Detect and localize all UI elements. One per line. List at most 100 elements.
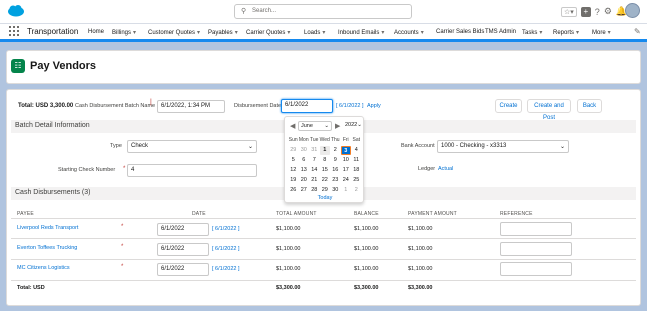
setup-gear-icon[interactable]: ⚙	[604, 6, 612, 17]
datepicker-day[interactable]: 19	[288, 176, 299, 185]
chevron-left-icon[interactable]: ◀	[290, 122, 295, 130]
payee-link[interactable]: Everton Toffees Trucking	[17, 245, 77, 251]
disbursement-date-today-link[interactable]: [ 6/1/2022 ]	[336, 103, 364, 109]
chevron-right-icon[interactable]: ▶	[335, 122, 340, 130]
datepicker-day[interactable]: 3	[340, 146, 351, 155]
row-divider	[11, 238, 636, 239]
bank-account-select[interactable]: 1000 - Checking - x3313 ⌄	[437, 140, 569, 153]
datepicker-day[interactable]: 18	[351, 166, 362, 175]
datepicker-day[interactable]: 21	[309, 176, 320, 185]
datepicker-day[interactable]: 2	[330, 146, 341, 155]
starting-check-number-input[interactable]: 4	[127, 164, 257, 177]
datepicker-day[interactable]: 6	[299, 156, 310, 165]
row-balance: $1,100.00	[354, 226, 379, 232]
disbursement-date-label: Disbursement Date	[234, 103, 282, 109]
batch-name-input[interactable]: 6/1/2022, 1:34 PM	[157, 100, 225, 113]
help-icon[interactable]: ?	[595, 7, 600, 17]
favorites-icon[interactable]: ☆▾	[561, 6, 577, 17]
row-date-input[interactable]: 6/1/2022	[157, 223, 209, 236]
datepicker-today-link[interactable]: Today	[285, 195, 365, 201]
nav-item-customer-quotes[interactable]: Customer Quotes ▾	[148, 29, 200, 36]
nav-item-carrier-sales-bids[interactable]: Carrier Sales Bids	[436, 29, 484, 35]
nav-item-carrier-quotes[interactable]: Carrier Quotes ▾	[246, 29, 290, 36]
payee-link[interactable]: Liverpool Reds Transport	[17, 225, 78, 231]
row-total-amount: $1,100.00	[276, 266, 301, 272]
row-date-input[interactable]: 6/1/2022	[157, 243, 209, 256]
apply-link[interactable]: Apply	[367, 103, 381, 109]
datepicker-dow-label: Sat	[352, 137, 360, 143]
datepicker-year-select[interactable]: 2022⌄	[345, 121, 363, 131]
disbursement-date-input[interactable]: 6/1/2022	[281, 99, 333, 113]
col-header-balance: BALANCE	[354, 211, 379, 217]
datepicker-day[interactable]: 10	[341, 156, 352, 165]
datepicker-day[interactable]: 22	[320, 176, 331, 185]
datepicker-day[interactable]: 1	[341, 186, 352, 195]
row-date-link[interactable]: [ 6/1/2022 ]	[212, 246, 240, 252]
chevron-down-icon: ⌄	[559, 144, 565, 150]
avatar[interactable]	[625, 3, 640, 18]
datepicker-day[interactable]: 27	[299, 186, 310, 195]
datepicker-day[interactable]: 4	[351, 146, 362, 155]
nav-item-accounts[interactable]: Accounts ▾	[394, 29, 424, 36]
total-row-total-amount: $3,300.00	[276, 285, 301, 291]
datepicker-day[interactable]: 14	[309, 166, 320, 175]
edit-nav-pencil-icon[interactable]: ✎	[634, 27, 641, 36]
datepicker-day[interactable]: 25	[351, 176, 362, 185]
col-header-reference: REFERENCE	[500, 211, 533, 217]
global-search-input[interactable]: ⚲ Search...	[234, 4, 412, 19]
row-date-link[interactable]: [ 6/1/2022 ]	[212, 226, 240, 232]
datepicker-day[interactable]: 30	[299, 146, 310, 155]
pay-vendors-icon: ☷	[11, 59, 25, 73]
datepicker-day[interactable]: 24	[341, 176, 352, 185]
nav-item-inbound-emails[interactable]: Inbound Emails ▾	[338, 29, 384, 36]
back-button[interactable]: Back	[577, 99, 602, 113]
nav-item-loads[interactable]: Loads ▾	[304, 29, 325, 36]
datepicker-day[interactable]: 5	[288, 156, 299, 165]
datepicker-day[interactable]: 1	[319, 146, 330, 155]
row-payment-amount: $1,100.00	[408, 226, 433, 232]
datepicker-popup: ◀ June ⌄ ▶ 2022⌄ Sun Mon Tue Wed Thu Fri Sat 29 3…	[284, 116, 364, 203]
row-reference-input[interactable]	[500, 242, 572, 256]
nav-item-tasks[interactable]: Tasks ▾	[522, 29, 542, 36]
create-and-post-button[interactable]: Create and Post	[527, 99, 571, 121]
datepicker-day[interactable]: 29	[288, 146, 299, 155]
create-button[interactable]: Create	[495, 99, 522, 113]
row-reference-input[interactable]	[500, 222, 572, 236]
datepicker-day[interactable]: 11	[351, 156, 362, 165]
payee-link[interactable]: MC Citizens Logistics	[17, 265, 70, 271]
datepicker-day[interactable]: 15	[320, 166, 331, 175]
nav-item-reports[interactable]: Reports ▾	[553, 29, 579, 36]
nav-item-payables[interactable]: Payables ▾	[208, 29, 238, 36]
row-date-input[interactable]: 6/1/2022	[157, 263, 209, 276]
datepicker-day[interactable]: 23	[330, 176, 341, 185]
nav-item-billings[interactable]: Billings ▾	[112, 29, 136, 36]
datepicker-day[interactable]: 2	[351, 186, 362, 195]
datepicker-day[interactable]: 26	[288, 186, 299, 195]
datepicker-day[interactable]: 8	[320, 156, 331, 165]
datepicker-day[interactable]: 12	[288, 166, 299, 175]
datepicker-day[interactable]: 28	[309, 186, 320, 195]
datepicker-day[interactable]: 20	[299, 176, 310, 185]
datepicker-day[interactable]: 17	[341, 166, 352, 175]
datepicker-month-select[interactable]: June ⌄	[298, 121, 332, 131]
salesforce-logo[interactable]	[7, 4, 25, 18]
nav-item-tms-admin[interactable]: TMS Admin	[485, 29, 516, 35]
datepicker-day[interactable]: 30	[330, 186, 341, 195]
nav-item-home[interactable]: Home	[88, 29, 104, 35]
row-date-link[interactable]: [ 6/1/2022 ]	[212, 266, 240, 272]
col-header-total-amount: TOTAL AMOUNT	[276, 211, 317, 217]
search-placeholder: Search...	[252, 8, 277, 14]
datepicker-day[interactable]: 13	[299, 166, 310, 175]
app-launcher-icon[interactable]	[9, 26, 19, 36]
datepicker-day[interactable]: 9	[330, 156, 341, 165]
add-icon[interactable]: +	[580, 6, 591, 17]
total-row-payment-amount: $3,300.00	[408, 285, 433, 291]
nav-item-more[interactable]: More ▾	[592, 29, 611, 36]
datepicker-day[interactable]: 29	[320, 186, 331, 195]
type-select[interactable]: Check ⌄	[127, 140, 257, 153]
datepicker-day[interactable]: 16	[330, 166, 341, 175]
row-divider	[11, 259, 636, 260]
datepicker-day[interactable]: 7	[309, 156, 320, 165]
row-reference-input[interactable]	[500, 262, 572, 276]
datepicker-day[interactable]: 31	[309, 146, 320, 155]
